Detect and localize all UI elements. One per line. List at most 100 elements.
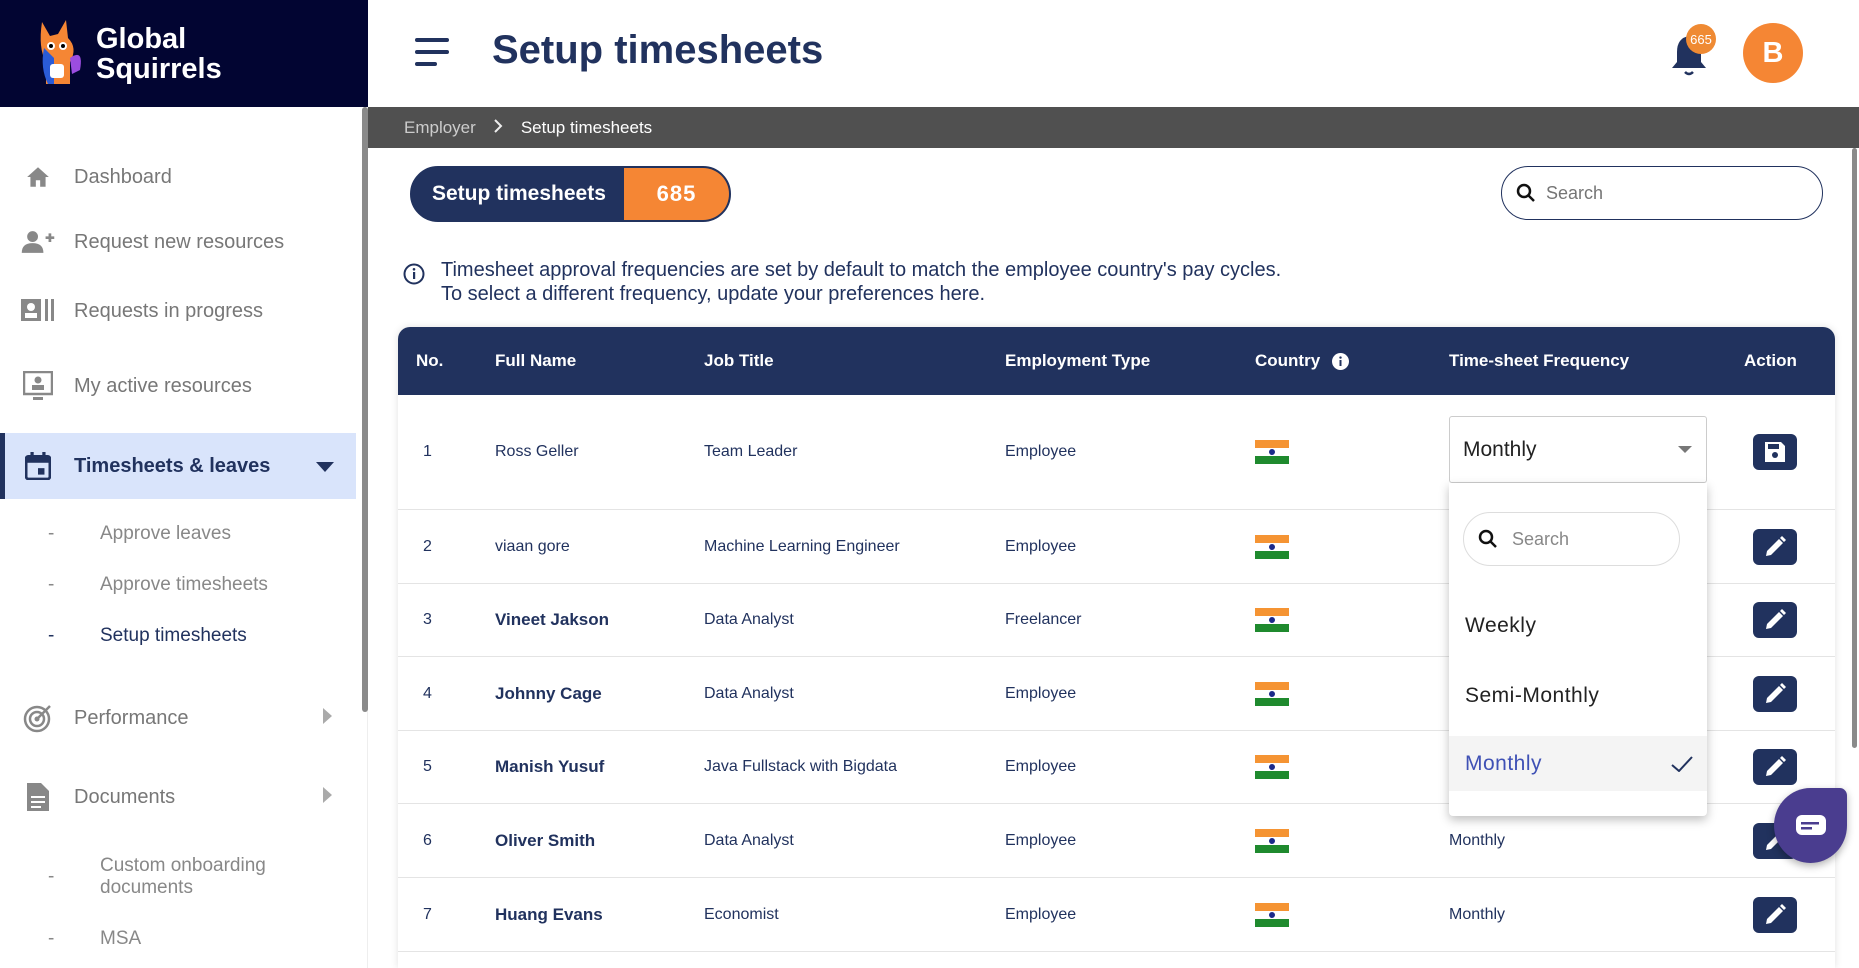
option-label: Monthly xyxy=(1465,751,1543,775)
cell-frequency: Monthly xyxy=(1449,905,1506,923)
cell-employment-type: Freelancer xyxy=(1005,611,1082,628)
sidebar-subitem-approve-timesheets[interactable]: - Approve timesheets xyxy=(48,574,268,596)
sidebar-subitem-msa[interactable]: - MSA xyxy=(48,928,141,950)
info-notice: Timesheet approval frequencies are set b… xyxy=(403,258,1281,306)
sidebar-subitem-custom-onboarding-documents[interactable]: - Custom onboarding documents xyxy=(48,855,308,899)
cell-job-title: Data Analyst xyxy=(704,611,794,628)
column-header-country-label: Country xyxy=(1255,351,1321,370)
sidebar: Dashboard Request new resources Requests… xyxy=(0,107,368,968)
cell-no: 4 xyxy=(423,684,432,702)
brand-name-line2: Squirrels xyxy=(96,52,222,85)
option-semi-monthly[interactable]: Semi-Monthly xyxy=(1449,668,1707,723)
dropdown-search-box[interactable]: Search xyxy=(1463,512,1680,566)
option-weekly[interactable]: Weekly xyxy=(1449,598,1707,653)
menu-icon[interactable] xyxy=(415,38,449,71)
india-flag-icon xyxy=(1255,440,1289,464)
caret-right-icon[interactable] xyxy=(323,786,332,809)
chat-button[interactable] xyxy=(1774,788,1847,863)
person-add-icon xyxy=(20,227,56,257)
cell-full-name: Oliver Smith xyxy=(495,830,596,850)
cell-no: 7 xyxy=(423,905,432,923)
top-header: Setup timesheets 665 B xyxy=(368,0,1859,107)
edit-button[interactable] xyxy=(1753,602,1797,638)
cell-employment-type: Employee xyxy=(1005,684,1077,702)
sidebar-subitem-label: MSA xyxy=(100,928,142,949)
cell-job-title: Team Leader xyxy=(704,443,798,460)
main-scrollbar[interactable] xyxy=(1852,148,1857,748)
breadcrumb-employer[interactable]: Employer xyxy=(404,118,476,138)
info-icon xyxy=(403,263,425,285)
sidebar-item-label: Request new resources xyxy=(74,230,285,253)
pencil-icon xyxy=(1764,535,1786,558)
sidebar-item-request-new-resources[interactable]: Request new resources xyxy=(0,220,356,264)
cell-no: 2 xyxy=(423,537,432,555)
option-label: Weekly xyxy=(1465,613,1537,637)
save-button[interactable] xyxy=(1753,434,1797,470)
caret-down-icon xyxy=(1678,446,1692,453)
info-line-2: To select a different frequency, update … xyxy=(441,283,986,305)
cell-no: 3 xyxy=(423,611,432,628)
edit-button[interactable] xyxy=(1753,675,1797,712)
avatar[interactable]: B xyxy=(1743,23,1803,83)
cell-full-name: Huang Evans xyxy=(495,904,603,924)
chevron-right-icon xyxy=(494,118,503,138)
sidebar-item-label: Requests in progress xyxy=(74,299,263,322)
sidebar-subitem-approve-leaves[interactable]: - Approve leaves xyxy=(48,523,231,545)
sidebar-subitem-setup-timesheets[interactable]: - Setup timesheets xyxy=(48,625,247,647)
option-monthly[interactable]: Monthly xyxy=(1449,736,1707,791)
sidebar-subitem-label: Approve timesheets xyxy=(100,574,268,595)
calendar-icon xyxy=(20,451,56,481)
search-icon xyxy=(1478,529,1497,548)
summary-count-pill: Setup timesheets 685 xyxy=(410,166,731,222)
sidebar-item-dashboard[interactable]: Dashboard xyxy=(0,155,356,199)
edit-button[interactable] xyxy=(1753,896,1797,933)
id-card-icon xyxy=(20,296,56,326)
dropdown-search-placeholder[interactable]: Search xyxy=(1512,529,1569,550)
cell-employment-type: Employee xyxy=(1005,905,1077,923)
column-header-country: Country xyxy=(1255,351,1350,371)
breadcrumb: Employer Setup timesheets xyxy=(368,107,1859,148)
india-flag-icon xyxy=(1255,608,1289,632)
info-icon[interactable] xyxy=(1332,352,1350,370)
sidebar-item-requests-in-progress[interactable]: Requests in progress xyxy=(0,289,356,333)
column-header-no: No. xyxy=(416,351,444,370)
india-flag-icon xyxy=(1255,828,1289,853)
edit-button[interactable] xyxy=(1753,528,1797,565)
edit-button[interactable] xyxy=(1753,749,1797,785)
sidebar-item-performance[interactable]: Performance xyxy=(0,696,356,740)
brand-logo[interactable]: Global Squirrels xyxy=(0,0,368,107)
frequency-select[interactable]: Monthly xyxy=(1449,416,1707,483)
sidebar-item-label: Timesheets & leaves xyxy=(74,454,271,477)
document-icon xyxy=(20,782,56,812)
sidebar-item-my-active-resources[interactable]: My active resources xyxy=(0,364,356,408)
cell-full-name: Vineet Jakson xyxy=(495,610,610,629)
notifications-button[interactable]: 665 xyxy=(1668,24,1728,84)
sidebar-item-label: Documents xyxy=(74,785,176,808)
search-box[interactable] xyxy=(1501,166,1823,220)
column-header-job-title: Job Title xyxy=(704,351,774,370)
pencil-icon xyxy=(1764,756,1786,778)
save-icon xyxy=(1764,441,1786,463)
table-row: 7 Huang Evans Economist Employee Monthly xyxy=(398,878,1835,952)
squirrel-logo-icon xyxy=(40,19,81,84)
sidebar-scrollbar[interactable] xyxy=(362,107,368,712)
cell-employment-type: Employee xyxy=(1005,443,1077,460)
caret-down-icon[interactable] xyxy=(316,455,334,478)
cell-full-name: Manish Yusuf xyxy=(495,757,605,776)
india-flag-icon xyxy=(1255,681,1289,706)
sidebar-item-label: Performance xyxy=(74,706,189,729)
sidebar-item-documents[interactable]: Documents xyxy=(0,775,356,819)
sidebar-item-label: Dashboard xyxy=(74,165,172,188)
chat-icon xyxy=(1795,814,1826,835)
search-icon xyxy=(1516,183,1535,202)
cell-employment-type: Employee xyxy=(1005,831,1077,849)
india-flag-icon xyxy=(1255,902,1289,927)
sidebar-subitem-label: Setup timesheets xyxy=(100,625,247,646)
search-input[interactable] xyxy=(1546,182,1796,204)
sidebar-item-label: My active resources xyxy=(74,374,252,397)
india-flag-icon xyxy=(1255,534,1289,559)
cell-no: 1 xyxy=(423,443,432,460)
target-icon xyxy=(20,703,56,733)
caret-right-icon[interactable] xyxy=(323,707,332,730)
sidebar-item-timesheets-leaves[interactable]: Timesheets & leaves xyxy=(0,433,356,499)
